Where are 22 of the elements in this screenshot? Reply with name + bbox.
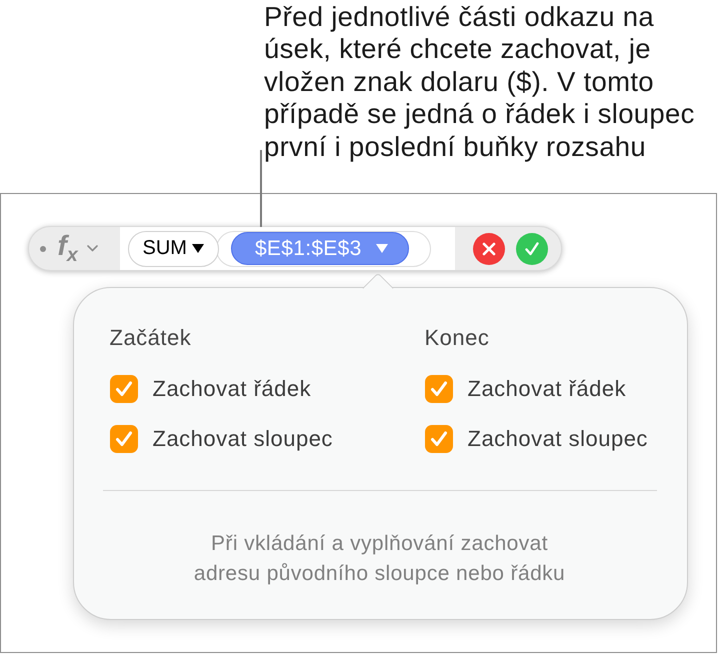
chevron-icon	[86, 245, 98, 252]
callout-text: Před jednotlivé části odkazu na úsek, které chcete zachovat, je vložen znak dolaru ($). V tomto případě se jedná o řádek i sloupec první i poslední buňky rozsahu	[264, 1, 695, 164]
accept-button[interactable]	[516, 232, 548, 264]
function-token[interactable]: SUM	[128, 230, 219, 266]
dot-icon	[40, 246, 46, 252]
caret-icon	[376, 244, 388, 253]
caret-icon	[192, 244, 204, 253]
checkbox[interactable]	[110, 375, 138, 403]
checkbox[interactable]	[424, 375, 452, 403]
check-icon	[524, 242, 538, 256]
checkbox[interactable]	[110, 425, 138, 453]
option-label: Zachovat řádek	[152, 376, 312, 402]
checkbox[interactable]	[424, 425, 452, 453]
option-label: Zachovat řádek	[468, 376, 626, 402]
section-heading: Konec	[424, 325, 490, 351]
formula-field[interactable]: SUM $E$1:$E$3	[120, 227, 454, 270]
close-icon	[482, 242, 496, 256]
option-label: Zachovat sloupec	[152, 426, 333, 452]
note-text: Při vkládání a vyplňování zachovat adresu původního sloupce nebo řádku	[194, 531, 566, 587]
option-label: Zachovat sloupec	[468, 426, 648, 452]
cancel-button[interactable]	[472, 232, 504, 264]
section-heading: Začátek	[110, 325, 192, 351]
